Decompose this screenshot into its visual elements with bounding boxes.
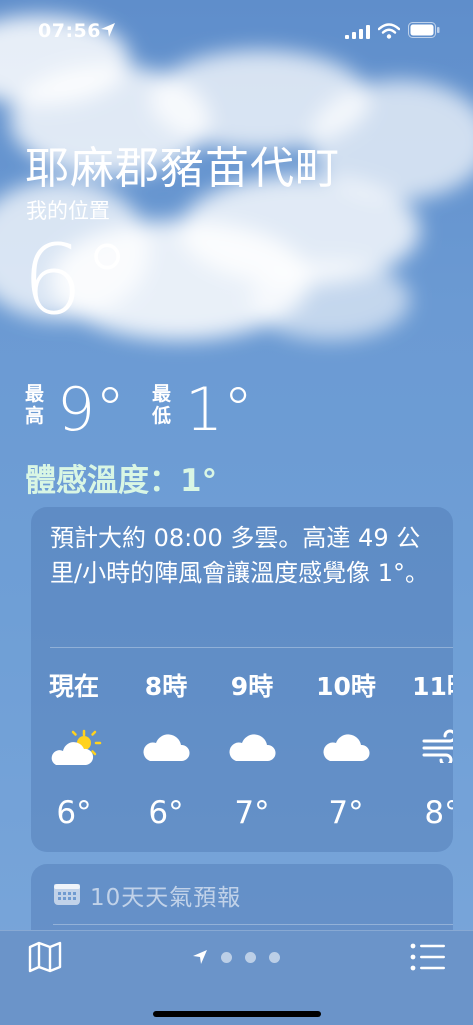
hour-label: 8時	[144, 672, 188, 701]
list-icon[interactable]	[410, 943, 446, 971]
calendar-icon	[54, 884, 80, 905]
hourly-forecast-card[interactable]: 預計大約 08:00 多雲。高達 49 公里/小時的陣風會讓溫度感覺像 1°。 …	[31, 507, 453, 852]
cellular-signal-icon	[345, 25, 370, 39]
partly-sunny-icon	[51, 729, 102, 765]
page-indicator-dot[interactable]	[221, 952, 232, 963]
feels-like-temperature: 體感溫度：1°	[25, 463, 218, 499]
hour-label: 11時	[412, 672, 453, 701]
hour-temperature: 7°	[328, 795, 364, 831]
current-temperature: 6°	[22, 224, 132, 336]
divider	[53, 924, 453, 925]
hour-temperature: 6°	[148, 795, 184, 831]
divider	[50, 647, 453, 648]
wifi-icon	[378, 23, 400, 39]
hourly-summary: 預計大約 08:00 多雲。高達 49 公里/小時的陣風會讓溫度感覺像 1°。	[50, 524, 429, 587]
page-indicator-dot[interactable]	[269, 952, 280, 963]
hour-item: 9時 7°	[207, 667, 297, 831]
high-temperature: 9°	[57, 375, 126, 445]
home-indicator	[153, 1011, 321, 1017]
hour-temperature: 8°	[424, 795, 453, 831]
hour-label: 9時	[230, 672, 274, 701]
low-temperature: 1°	[185, 375, 254, 445]
status-bar: 07:56	[0, 0, 473, 60]
hour-item: 8時 6°	[121, 667, 211, 831]
location-label: 我的位置	[26, 199, 110, 223]
city-name: 耶麻郡豬苗代町	[25, 143, 340, 194]
cloud-icon	[323, 734, 370, 761]
ten-day-forecast-label: 10天天氣預報	[90, 885, 242, 911]
map-icon[interactable]	[28, 941, 62, 973]
cloud-icon	[143, 734, 190, 761]
hour-item: 10時 7°	[301, 667, 391, 831]
page-indicator-dot[interactable]	[245, 952, 256, 963]
hour-label: 現在	[48, 672, 99, 701]
battery-icon	[408, 22, 440, 38]
hour-item: 11時 8°	[397, 667, 453, 831]
low-label: 最 低	[152, 383, 172, 427]
wind-icon	[422, 729, 453, 763]
hour-temperature: 6°	[56, 795, 92, 831]
hour-temperature: 7°	[234, 795, 270, 831]
hour-item: 現在 6°	[31, 667, 119, 831]
current-location-page-icon[interactable]	[192, 949, 208, 965]
hour-label: 10時	[316, 672, 376, 701]
status-time: 07:56	[38, 20, 101, 42]
cloud-icon	[229, 734, 276, 761]
bottom-toolbar	[0, 930, 473, 1025]
high-label: 最 高	[25, 383, 45, 427]
location-arrow-icon	[101, 23, 115, 37]
